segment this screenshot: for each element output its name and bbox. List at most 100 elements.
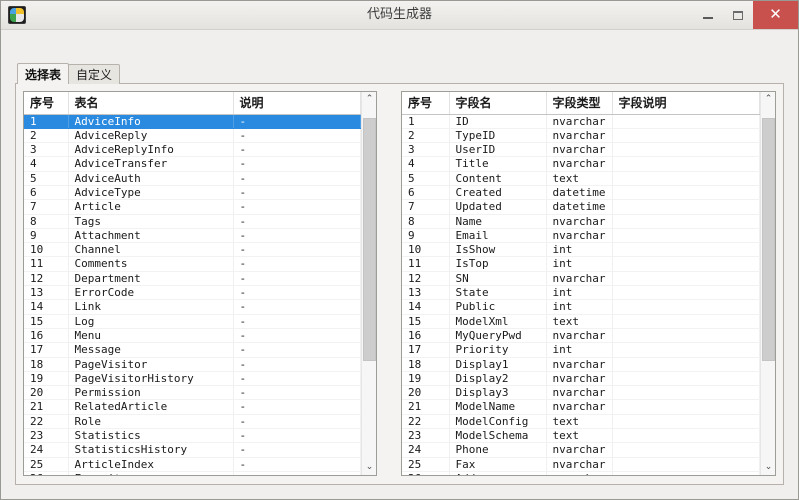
table-cell (612, 471, 760, 475)
table-cell: Permission (68, 385, 234, 401)
table-row[interactable]: 4 AdviceTransfer - (24, 156, 361, 172)
table-row[interactable]: 13 ErrorCode - (24, 285, 361, 301)
maximize-button[interactable] (723, 1, 753, 29)
table-row[interactable]: 21 RelatedArticle - (24, 399, 361, 415)
table-row[interactable]: 21 ModelName nvarchar (402, 399, 760, 415)
table-row[interactable]: 23 ModelSchema text (402, 428, 760, 444)
table-row[interactable]: 11 Comments - (24, 256, 361, 272)
table-row[interactable]: 22 Role - (24, 414, 361, 430)
scroll-down-icon[interactable]: ⌄ (362, 460, 376, 475)
table-cell: 5 (402, 171, 450, 186)
scroll-up-icon[interactable]: ⌃ (761, 92, 775, 107)
table-row[interactable]: 18 Display1 nvarchar (402, 357, 760, 372)
table-cell: int (546, 285, 613, 301)
table-row[interactable]: 12 SN nvarchar (402, 271, 760, 287)
table-cell (612, 114, 760, 129)
table-row[interactable]: 20 Display3 nvarchar (402, 385, 760, 401)
table-row[interactable]: 17 Message - (24, 342, 361, 358)
table-row[interactable]: 3 UserID nvarchar (402, 142, 760, 158)
table-cell: - (233, 399, 361, 415)
table-cell: Log (68, 314, 234, 329)
table-row[interactable]: 9 Attachment - (24, 228, 361, 244)
table-list-grid[interactable]: 序号 表名 说明 1 AdviceInfo -2 AdviceReply -3 Advic… (23, 91, 377, 476)
table-cell: - (233, 185, 361, 201)
table-row[interactable]: 7 Article - (24, 199, 361, 215)
table-row[interactable]: 14 Public int (402, 299, 760, 315)
table-cell: 7 (24, 199, 69, 215)
minimize-button[interactable] (693, 1, 723, 29)
table-cell: StatisticsHistory (68, 442, 234, 458)
table-row[interactable]: 19 Display2 nvarchar (402, 371, 760, 387)
table-cell: 10 (402, 242, 450, 258)
table-row[interactable]: 6 Created datetime (402, 185, 760, 201)
table-cell (612, 442, 760, 458)
table-cell: AdviceReply (68, 128, 234, 144)
tab-select-table[interactable]: 选择表 (17, 63, 70, 84)
table-cell: Message (68, 342, 234, 358)
table-row[interactable]: 17 Priority int (402, 342, 760, 358)
table-cell: ModelSchema (449, 428, 547, 444)
scrollbar-thumb[interactable] (363, 117, 376, 362)
column-header-field-description[interactable]: 字段说明 (612, 92, 760, 115)
table-row[interactable]: 7 Updated datetime (402, 199, 760, 215)
table-cell: 6 (24, 185, 69, 201)
table-cell: ErrorCode (68, 285, 234, 301)
table-row[interactable]: 23 Statistics - (24, 428, 361, 444)
table-row[interactable]: 26Favorite- (24, 471, 361, 475)
table-row[interactable]: 11 IsTop int (402, 256, 760, 272)
table-row[interactable]: 18 PageVisitor - (24, 357, 361, 372)
table-row[interactable]: 8 Tags - (24, 214, 361, 229)
table-row[interactable]: 9 Email nvarchar (402, 228, 760, 244)
table-row[interactable]: 15 Log - (24, 314, 361, 329)
table-row[interactable]: 14 Link - (24, 299, 361, 315)
table-list-scrollbar[interactable]: ⌃ ⌄ (361, 92, 376, 475)
table-cell: UserID (449, 142, 547, 158)
table-row[interactable]: 22 ModelConfig text (402, 414, 760, 430)
table-row[interactable]: 25 Fax nvarchar (402, 457, 760, 472)
table-row[interactable]: 12 Department - (24, 271, 361, 287)
table-cell: 17 (24, 342, 69, 358)
table-cell: 21 (402, 399, 450, 415)
tab-custom[interactable]: 自定义 (68, 64, 121, 84)
field-list-scrollbar[interactable]: ⌃ ⌄ (760, 92, 775, 475)
table-row[interactable]: 24 StatisticsHistory - (24, 442, 361, 458)
scroll-up-icon[interactable]: ⌃ (362, 92, 376, 107)
table-row[interactable]: 2 AdviceReply - (24, 128, 361, 144)
scrollbar-thumb[interactable] (762, 117, 775, 362)
table-cell (612, 142, 760, 158)
close-button[interactable]: ✕ (753, 1, 798, 29)
column-header-index[interactable]: 序号 (402, 92, 450, 115)
table-row[interactable]: 6 AdviceType - (24, 185, 361, 201)
table-cell: int (546, 256, 613, 272)
table-row[interactable]: 26Addressnvarchar (402, 471, 760, 475)
column-header-field-name[interactable]: 字段名 (449, 92, 547, 115)
table-row[interactable]: 3 AdviceReplyInfo - (24, 142, 361, 158)
table-row[interactable]: 15 ModelXml text (402, 314, 760, 329)
tab-select-table-label: 选择表 (25, 67, 62, 82)
table-cell: 26 (402, 471, 450, 475)
column-header-index[interactable]: 序号 (24, 92, 69, 115)
table-cell (612, 357, 760, 372)
table-cell: - (233, 385, 361, 401)
table-row[interactable]: 8 Name nvarchar (402, 214, 760, 229)
table-row[interactable]: 24 Phone nvarchar (402, 442, 760, 458)
table-row[interactable]: 2 TypeID nvarchar (402, 128, 760, 144)
table-row[interactable]: 25 ArticleIndex - (24, 457, 361, 472)
table-row[interactable]: 16 Menu - (24, 328, 361, 344)
table-row[interactable]: 20 Permission - (24, 385, 361, 401)
column-header-description[interactable]: 说明 (233, 92, 361, 115)
table-row[interactable]: 4 Title nvarchar (402, 156, 760, 172)
table-row[interactable]: 10 IsShow int (402, 242, 760, 258)
table-row[interactable]: 10 Channel - (24, 242, 361, 258)
table-row[interactable]: 5 Content text (402, 171, 760, 186)
table-row[interactable]: 16 MyQueryPwd nvarchar (402, 328, 760, 344)
column-header-table-name[interactable]: 表名 (68, 92, 234, 115)
table-row[interactable]: 1 AdviceInfo - (24, 114, 361, 129)
table-row[interactable]: 13 State int (402, 285, 760, 301)
table-row[interactable]: 19 PageVisitorHistory - (24, 371, 361, 387)
field-list-grid[interactable]: 序号 字段名 字段类型 字段说明 1 ID nvarchar 2 TypeID nvarc… (401, 91, 776, 476)
table-row[interactable]: 5 AdviceAuth - (24, 171, 361, 186)
table-row[interactable]: 1 ID nvarchar (402, 114, 760, 129)
column-header-field-type[interactable]: 字段类型 (546, 92, 613, 115)
scroll-down-icon[interactable]: ⌄ (761, 460, 775, 475)
